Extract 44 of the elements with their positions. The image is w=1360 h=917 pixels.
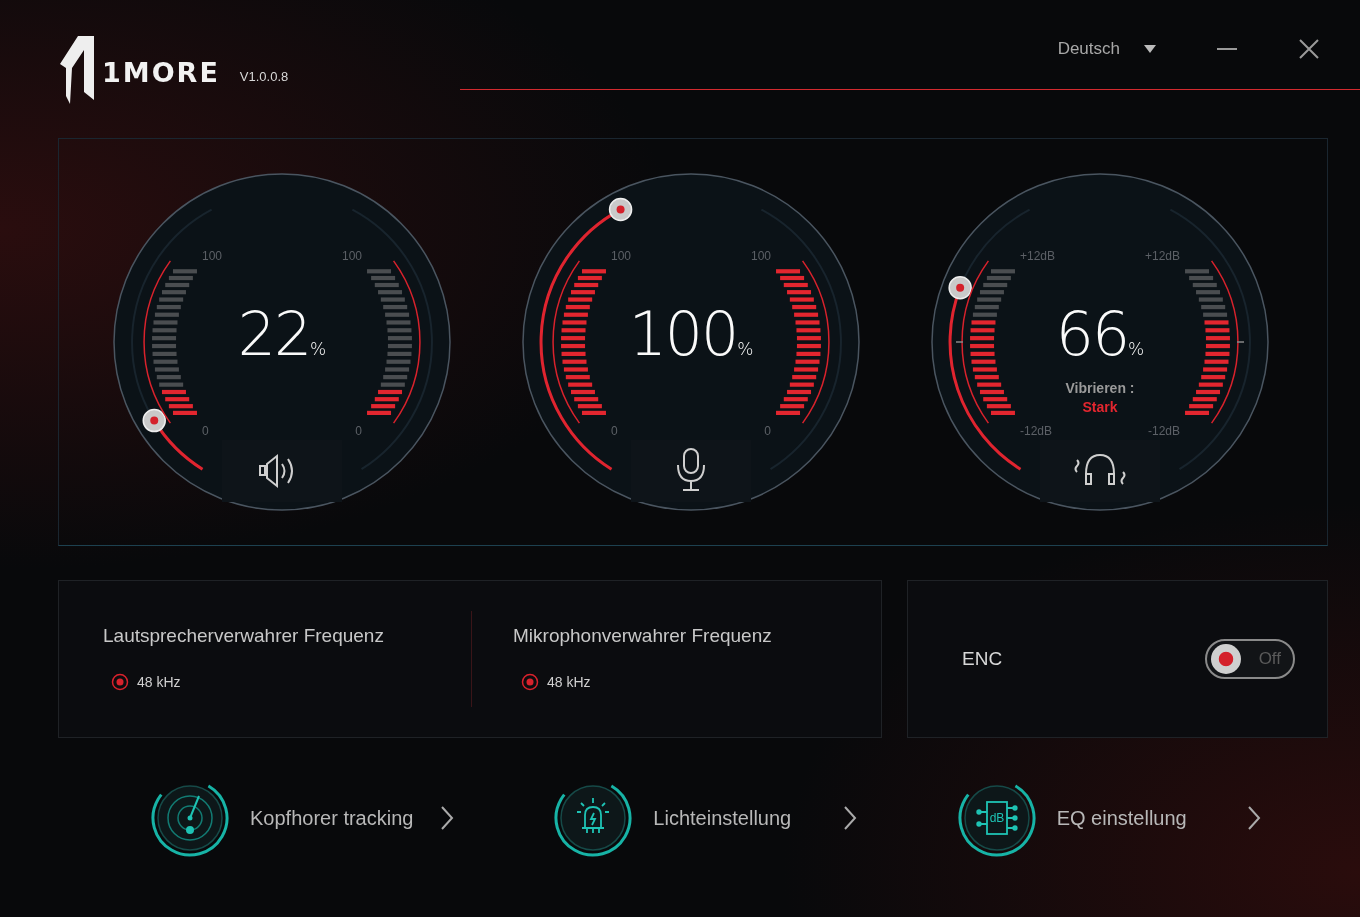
side-tick bbox=[1236, 341, 1245, 343]
scale-label: 100 bbox=[611, 249, 632, 263]
mode-value: Stark bbox=[1082, 399, 1118, 415]
vibrating-headphones-icon bbox=[1074, 454, 1126, 485]
radio-option[interactable]: 48 kHz bbox=[521, 673, 591, 691]
section-title: Lautsprecherverwahrer Frequenz bbox=[103, 625, 384, 647]
chevron-right-icon bbox=[843, 805, 858, 831]
scale-label: 100 bbox=[341, 249, 362, 263]
scale-label: 100 bbox=[202, 249, 223, 263]
value-readout: 100% bbox=[628, 304, 754, 364]
scale-label: -12dB bbox=[1020, 424, 1053, 438]
radio-button[interactable] bbox=[521, 673, 539, 691]
shortcut-link[interactable]: dB EQ einstellung bbox=[956, 778, 1360, 858]
shortcut-link[interactable]: Kopfhorer tracking bbox=[150, 778, 554, 858]
chevron-right-icon bbox=[1246, 805, 1261, 831]
scale-label: +12dB bbox=[1020, 249, 1056, 263]
microphone-icon bbox=[677, 448, 705, 491]
scale-label: +12dB bbox=[1144, 249, 1180, 263]
scale-label: 0 bbox=[355, 424, 362, 438]
version-label: V1.0.0.8 bbox=[239, 68, 289, 84]
scale-label: 100 bbox=[750, 249, 771, 263]
enc-label: ENC bbox=[962, 648, 1003, 670]
scale-label: -12dB bbox=[1147, 424, 1180, 438]
slider-thumb[interactable] bbox=[142, 408, 166, 433]
scale-label: 0 bbox=[611, 424, 618, 438]
close-icon[interactable] bbox=[1298, 38, 1320, 60]
slider-thumb[interactable] bbox=[608, 197, 633, 222]
shortcut-link[interactable]: Lichteinstellung bbox=[553, 778, 957, 858]
speaker-icon bbox=[259, 453, 293, 489]
radio-option[interactable]: 48 kHz bbox=[111, 673, 181, 691]
scale-label: 0 bbox=[764, 424, 771, 438]
value-readout: 22% bbox=[237, 304, 327, 364]
slider-thumb[interactable] bbox=[948, 276, 972, 300]
mode-label: Vibrieren : bbox=[1065, 380, 1135, 396]
icon-text: dB bbox=[989, 811, 1004, 825]
brand-logo: 1MORE bbox=[102, 56, 220, 88]
value-readout: 66% bbox=[1055, 304, 1145, 364]
scale-label: 0 bbox=[202, 424, 209, 438]
chevron-right-icon bbox=[440, 805, 454, 831]
radio-button[interactable] bbox=[111, 673, 129, 691]
section-title: Mikrophonverwahrer Frequenz bbox=[513, 625, 772, 647]
side-tick bbox=[955, 341, 964, 343]
language-dropdown[interactable]: Deutsch bbox=[1057, 39, 1156, 59]
caret-icon bbox=[1144, 45, 1156, 53]
